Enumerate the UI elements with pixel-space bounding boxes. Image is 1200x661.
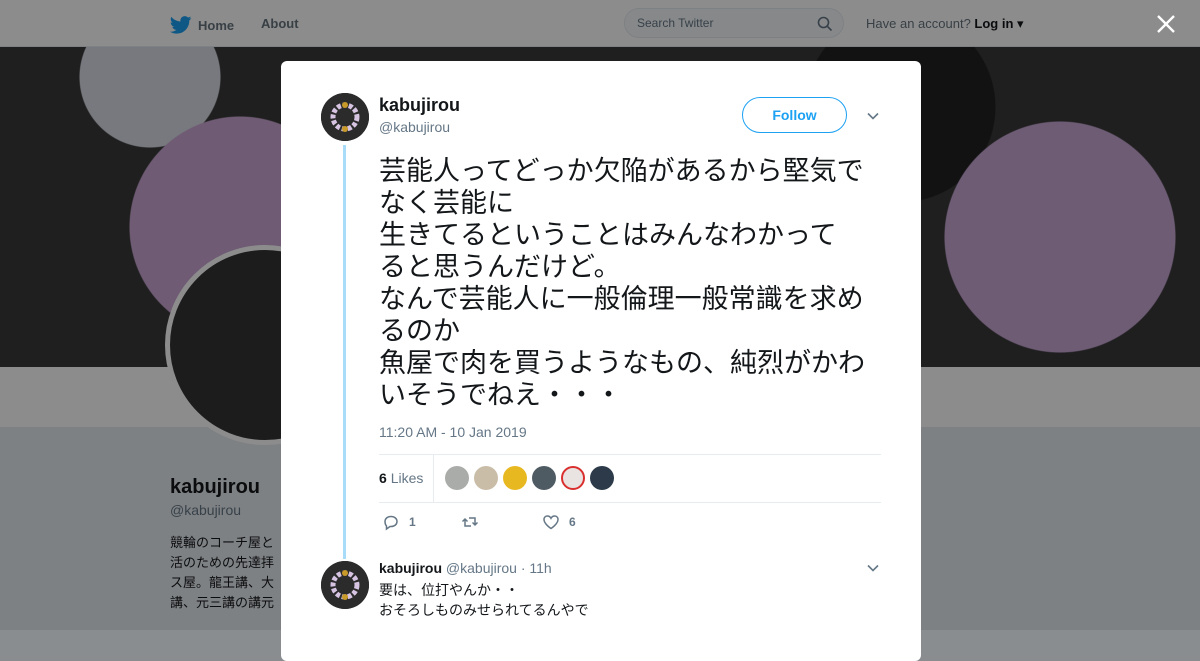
reply-author-handle[interactable]: @kabujirou bbox=[446, 560, 517, 576]
reply-text: 要は、位打やんか・・ おそろしものみせられてるんやで bbox=[379, 580, 589, 620]
tweet-text-line: いそうでねえ・・・ bbox=[379, 380, 622, 410]
tweet-text-line: 生きてるということはみんなわかって bbox=[379, 220, 837, 250]
bracelet-avatar-image bbox=[321, 93, 369, 141]
tweet-text-line: なく芸能に bbox=[379, 188, 514, 218]
tweet-text-line: 芸能人ってどっか欠陥があるから堅気で bbox=[379, 156, 864, 186]
reply-text-line: おそろしものみせられてるんやで bbox=[379, 602, 589, 618]
reply-button[interactable]: 1 bbox=[382, 513, 416, 531]
heart-icon bbox=[543, 515, 559, 530]
tweet-text-line: るのか bbox=[379, 316, 460, 346]
tweet-timestamp[interactable]: 11:20 AM - 10 Jan 2019 bbox=[379, 424, 527, 440]
reply-icon bbox=[384, 515, 398, 531]
reply-text-line: 要は、位打やんか・・ bbox=[379, 582, 519, 598]
tweet-text: 芸能人ってどっか欠陥があるから堅気で なく芸能に 生きてるということはみんなわか… bbox=[379, 155, 889, 411]
likes-label: Likes bbox=[390, 470, 424, 486]
tweet-stats: 6 Likes bbox=[379, 454, 881, 503]
retweet-icon bbox=[461, 517, 479, 527]
reply-time[interactable]: · 11h bbox=[521, 560, 552, 576]
likes-count: 6 bbox=[379, 470, 387, 486]
liker-avatar[interactable] bbox=[532, 466, 556, 490]
author-handle[interactable]: @kabujirou bbox=[379, 119, 450, 135]
bracelet-avatar-image bbox=[321, 561, 369, 609]
tweet-actions: 1 6 bbox=[379, 513, 881, 535]
reply-header: kabujirou @kabujirou · 11h bbox=[379, 560, 552, 576]
retweet-button[interactable] bbox=[461, 513, 488, 531]
thread-line bbox=[343, 145, 346, 559]
tweet-text-line: 魚屋で肉を買うようなもの、純烈がかわ bbox=[379, 348, 865, 378]
liker-avatar[interactable] bbox=[503, 466, 527, 490]
close-icon[interactable] bbox=[1155, 13, 1177, 35]
author-name[interactable]: kabujirou bbox=[379, 95, 460, 116]
liker-avatar[interactable] bbox=[590, 466, 614, 490]
likes-stat[interactable]: 6 Likes bbox=[379, 470, 423, 486]
like-count: 6 bbox=[569, 515, 576, 529]
tweet-modal: kabujirou @kabujirou Follow 芸能人ってどっか欠陥があ… bbox=[281, 61, 921, 661]
reply-count: 1 bbox=[409, 515, 416, 529]
tweet-text-line: ると思うんだけど。 bbox=[379, 252, 621, 282]
avatar[interactable] bbox=[321, 93, 369, 141]
chevron-down-icon[interactable] bbox=[866, 561, 880, 575]
like-button[interactable]: 6 bbox=[542, 513, 576, 531]
liker-avatar[interactable] bbox=[445, 466, 469, 490]
follow-button[interactable]: Follow bbox=[742, 97, 847, 133]
reply-avatar[interactable] bbox=[321, 561, 369, 609]
liker-avatar[interactable] bbox=[474, 466, 498, 490]
liker-avatar[interactable] bbox=[561, 466, 585, 490]
reply-author-name[interactable]: kabujirou bbox=[379, 560, 442, 576]
chevron-down-icon[interactable] bbox=[866, 109, 880, 123]
stats-divider bbox=[433, 455, 434, 502]
tweet-text-line: なんで芸能人に一般倫理一般常識を求め bbox=[379, 284, 864, 314]
